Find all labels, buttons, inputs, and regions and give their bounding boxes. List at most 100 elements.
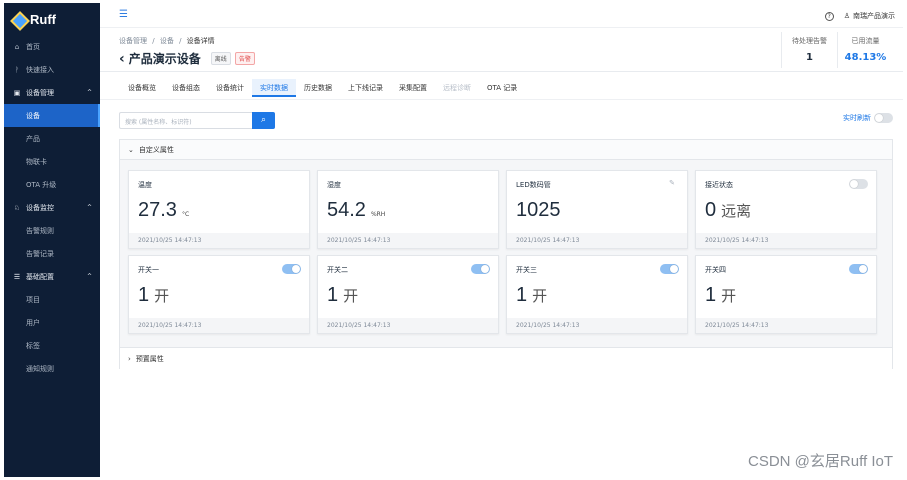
property-card: 湿度 54.2 %RH 2021/10/25 14:47:13 bbox=[317, 170, 499, 249]
sidebar-item-icon: ᚹ bbox=[14, 65, 20, 74]
property-timestamp: 2021/10/25 14:47:13 bbox=[318, 233, 498, 248]
tab[interactable]: 设备概览 bbox=[120, 79, 164, 97]
breadcrumb-item[interactable]: 设备 bbox=[160, 37, 174, 45]
chevron-right-icon: › bbox=[128, 354, 131, 363]
property-toggle[interactable] bbox=[849, 179, 868, 189]
sidebar-item[interactable]: 设备 bbox=[4, 104, 100, 127]
sidebar-item[interactable]: 用户 bbox=[4, 311, 100, 334]
search-button[interactable]: ⌕ bbox=[252, 112, 275, 129]
realtime-refresh[interactable]: 实时刷新 bbox=[843, 113, 893, 123]
property-name: 开关一 bbox=[138, 266, 159, 274]
sidebar-item[interactable]: 标签 bbox=[4, 334, 100, 357]
property-name: 接近状态 bbox=[705, 181, 733, 189]
sidebar-item[interactable]: ▣ 设备管理 ^ bbox=[4, 81, 100, 104]
property-timestamp: 2021/10/25 14:47:13 bbox=[318, 318, 498, 333]
property-name: 开关二 bbox=[327, 266, 348, 274]
breadcrumb-current: 设备详情 bbox=[186, 37, 215, 45]
sidebar-item[interactable]: 物联卡 bbox=[4, 150, 100, 173]
property-value: 0 远离 bbox=[705, 199, 751, 222]
tab[interactable]: 上下线记录 bbox=[340, 79, 391, 97]
property-value-number: 1 bbox=[705, 284, 717, 306]
property-toggle[interactable] bbox=[282, 264, 301, 274]
property-card-grid: 温度 27.3 °C 2021/10/25 14:47:13 湿度 54.2 %RH 2021… bbox=[128, 170, 877, 334]
status-badge-alarm: 告警 bbox=[234, 52, 255, 65]
property-value-number: 1 bbox=[327, 284, 339, 306]
user-name: 南瑞产品演示 bbox=[853, 12, 895, 20]
watermark: CSDN @玄居Ruff IoT bbox=[748, 453, 893, 470]
sidebar-item[interactable]: 产品 bbox=[4, 127, 100, 150]
property-value-number: 54.2 bbox=[327, 199, 366, 221]
tab[interactable]: 设备组态 bbox=[164, 79, 208, 97]
property-value: 1开 bbox=[705, 284, 736, 307]
property-value-text: 远离 bbox=[721, 202, 752, 220]
refresh-label: 实时刷新 bbox=[843, 114, 871, 122]
tab[interactable]: 设备统计 bbox=[208, 79, 252, 97]
status-badge-offline: 离线 bbox=[210, 52, 231, 65]
property-card: LED数码管 1025 ✎ 2021/10/25 14:47:13 bbox=[506, 170, 688, 249]
stat-value: 1 bbox=[806, 52, 813, 63]
property-unit: °C bbox=[181, 211, 190, 218]
breadcrumb-item[interactable]: 设备管理 bbox=[119, 37, 147, 45]
topbar: ☰ ? ♙ 南瑞产品演示 bbox=[100, 3, 903, 28]
property-toggle[interactable] bbox=[660, 264, 679, 274]
chevron-down-icon: ⌄ bbox=[128, 145, 134, 154]
property-value-text: 开 bbox=[154, 287, 170, 305]
property-name: 开关四 bbox=[705, 266, 726, 274]
tab[interactable]: 历史数据 bbox=[296, 79, 340, 97]
sidebar-item[interactable]: 告警记录 bbox=[4, 242, 100, 265]
sidebar-item[interactable]: ☰ 基础配置 ^ bbox=[4, 265, 100, 288]
property-card: 开关二 1 开 2021/10/25 14:47:13 bbox=[317, 255, 499, 334]
property-value-number: 0 bbox=[705, 199, 717, 221]
help-icon[interactable]: ? bbox=[824, 11, 834, 21]
stat-pending-alarms[interactable]: 待处理告警 1 bbox=[781, 32, 837, 68]
search-input[interactable]: 搜索 (属性名称、标识符) bbox=[119, 112, 252, 129]
tab[interactable]: 实时数据 bbox=[252, 79, 296, 97]
property-name: 湿度 bbox=[327, 181, 341, 189]
logo[interactable]: Ruff bbox=[4, 3, 100, 35]
sidebar-item-label: 告警记录 bbox=[26, 249, 54, 258]
sidebar-item-icon: ☰ bbox=[13, 272, 21, 281]
property-timestamp: 2021/10/25 14:47:13 bbox=[696, 318, 876, 333]
sidebar-item-label: 通知规则 bbox=[26, 364, 54, 373]
sidebar-item[interactable]: 告警规则 bbox=[4, 219, 100, 242]
custom-properties-header[interactable]: ⌄ 自定义属性 bbox=[120, 140, 892, 160]
sidebar-item-label: 产品 bbox=[26, 134, 40, 143]
page-title: 产品演示设备 bbox=[128, 52, 201, 66]
tab[interactable]: 采集配置 bbox=[391, 79, 435, 97]
sidebar-item[interactable]: 通知规则 bbox=[4, 357, 100, 380]
sidebar: Ruff ⌂ 首页 ᚹ 快速接入 ▣ 设备管理 ^ 设备 产品 物联卡 OTA 升级 ♘ 设备监控 ^ 告警… bbox=[4, 3, 100, 477]
sidebar-item[interactable]: OTA 升级 bbox=[4, 173, 100, 196]
breadcrumb-sep: / bbox=[152, 37, 155, 45]
property-value-number: 1 bbox=[516, 284, 528, 306]
user-menu[interactable]: ♙ 南瑞产品演示 bbox=[844, 11, 895, 21]
property-card: 开关四 1 开 2021/10/25 14:47:13 bbox=[695, 255, 877, 334]
sidebar-item-icon: ⌂ bbox=[14, 42, 20, 51]
property-toggle[interactable] bbox=[849, 264, 868, 274]
sidebar-item[interactable]: ⌂ 首页 bbox=[4, 35, 100, 58]
divider bbox=[100, 99, 903, 100]
tab[interactable]: OTA 记录 bbox=[479, 79, 525, 97]
back-arrow-icon[interactable]: ‹ bbox=[119, 51, 125, 67]
menu-toggle-icon[interactable]: ☰ bbox=[119, 10, 129, 20]
property-name: 温度 bbox=[138, 181, 152, 189]
property-timestamp: 2021/10/25 14:47:13 bbox=[129, 233, 309, 248]
stat-value: 48.13% bbox=[844, 52, 887, 63]
property-value-text: 开 bbox=[532, 287, 548, 305]
stat-label: 已用流量 bbox=[851, 37, 880, 45]
sidebar-item[interactable]: ♘ 设备监控 ^ bbox=[4, 196, 100, 219]
preset-properties-header[interactable]: › 预置属性 bbox=[120, 347, 892, 369]
sidebar-item-label: 标签 bbox=[26, 341, 40, 350]
property-toggle[interactable] bbox=[471, 264, 490, 274]
refresh-toggle[interactable] bbox=[874, 113, 893, 123]
sidebar-item[interactable]: 项目 bbox=[4, 288, 100, 311]
sidebar-item-label: 首页 bbox=[26, 42, 40, 51]
property-timestamp: 2021/10/25 14:47:13 bbox=[507, 233, 687, 248]
edit-icon[interactable]: ✎ bbox=[669, 179, 675, 187]
search-bar: 搜索 (属性名称、标识符) ⌕ bbox=[119, 112, 275, 129]
sidebar-item-label: 设备管理 bbox=[26, 88, 54, 97]
ruff-logo-icon bbox=[11, 12, 25, 26]
preset-properties-title: 预置属性 bbox=[135, 354, 164, 363]
custom-properties-title: 自定义属性 bbox=[138, 145, 174, 154]
sidebar-item[interactable]: ᚹ 快速接入 bbox=[4, 58, 100, 81]
property-value: 54.2 %RH bbox=[327, 199, 385, 222]
